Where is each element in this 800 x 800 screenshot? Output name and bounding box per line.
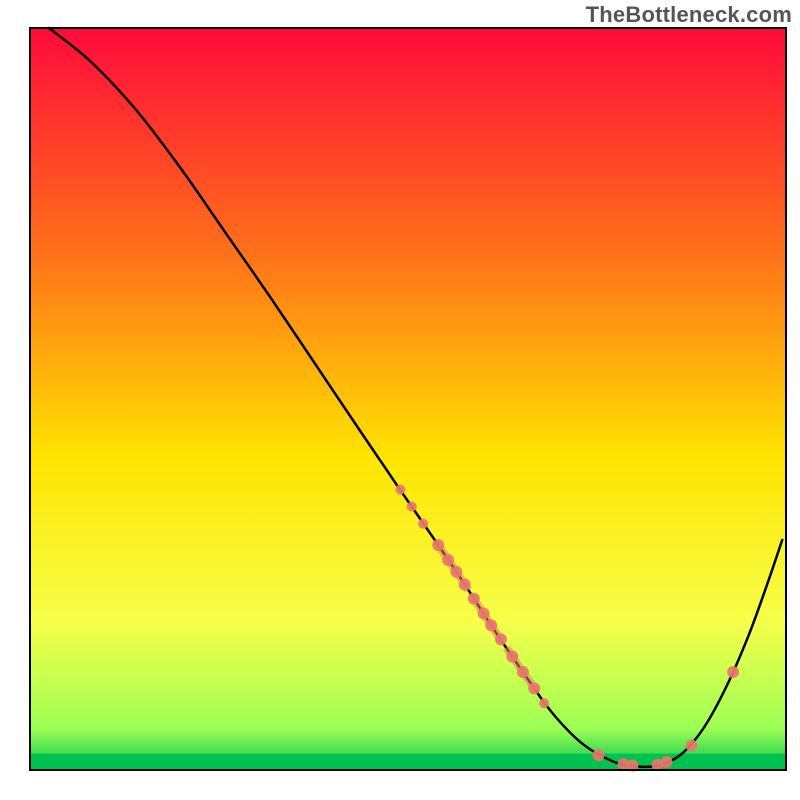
- marker-dot: [686, 740, 698, 752]
- marker-dot: [517, 666, 529, 678]
- marker-dot: [407, 502, 417, 512]
- marker-dot: [432, 539, 444, 551]
- chart-svg: [0, 0, 800, 800]
- bottom-band: [30, 754, 786, 770]
- chart-background: [30, 28, 786, 770]
- marker-dot: [478, 607, 490, 619]
- marker-dot: [539, 698, 549, 708]
- marker-dot: [459, 579, 471, 591]
- marker-dot: [468, 593, 480, 605]
- marker-dot: [395, 485, 405, 495]
- marker-dot: [450, 566, 462, 578]
- marker-dot: [727, 666, 739, 678]
- marker-dot: [506, 650, 518, 662]
- marker-dot: [593, 749, 605, 761]
- marker-dot: [495, 633, 507, 645]
- marker-dot: [442, 554, 454, 566]
- marker-dot: [485, 619, 497, 631]
- watermark-text: TheBottleneck.com: [586, 2, 792, 28]
- marker-dot: [661, 756, 673, 768]
- marker-dot: [528, 682, 540, 694]
- marker-dot: [418, 519, 428, 529]
